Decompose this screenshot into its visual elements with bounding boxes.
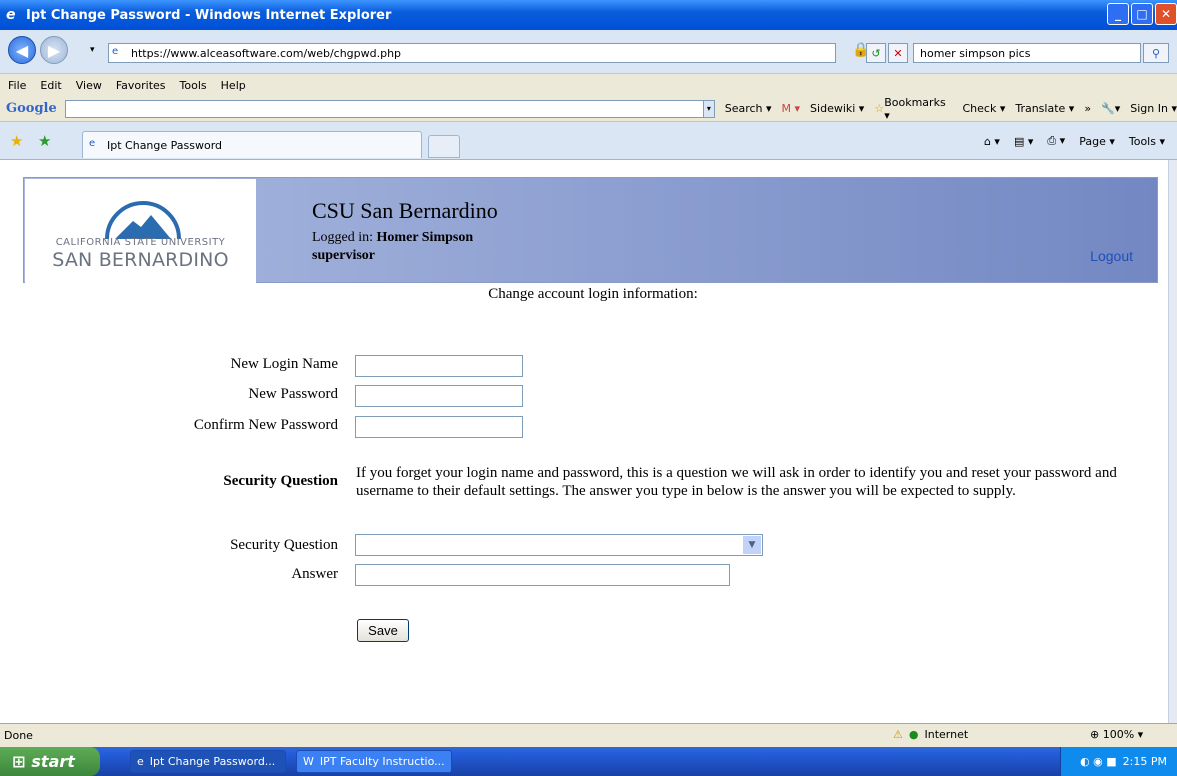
header-banner: CALIFORNIA STATE UNIVERSITY SAN BERNARDI… bbox=[23, 177, 1158, 283]
bookmarks-button[interactable]: Bookmarks ▾ bbox=[884, 96, 952, 122]
window-titlebar: e Ipt Change Password - Windows Internet… bbox=[0, 0, 1177, 30]
page-title: Change account login information: bbox=[488, 286, 698, 302]
menu-tools[interactable]: Tools bbox=[180, 79, 207, 92]
new-password-input[interactable] bbox=[355, 385, 523, 407]
security-note: If you forget your login name and passwo… bbox=[356, 465, 1117, 499]
sidewiki-button[interactable]: Sidewiki ▾ bbox=[810, 102, 864, 115]
tray-icons[interactable]: ◐ ◉ ■ bbox=[1080, 755, 1117, 768]
status-bar: Done ⚠ ● Internet ⊕ 100% ▾ bbox=[0, 723, 1177, 747]
menu-bar: File Edit View Favorites Tools Help bbox=[0, 74, 1177, 96]
new-login-label: New Login Name bbox=[230, 356, 338, 372]
search-input[interactable]: homer simpson pics bbox=[913, 43, 1141, 63]
google-dropdown-icon[interactable]: ▾ bbox=[703, 99, 715, 118]
google-search-button[interactable]: Search ▾ bbox=[725, 102, 772, 115]
start-button[interactable]: ⊞ start bbox=[0, 747, 100, 776]
print-icon[interactable]: ⎙ ▾ bbox=[1047, 134, 1065, 148]
wrench-icon[interactable]: 🔧▾ bbox=[1101, 102, 1120, 115]
gmail-icon[interactable]: M ▾ bbox=[782, 102, 801, 115]
bookmarks-star-icon: ☆ bbox=[874, 102, 885, 115]
security-zone: ⚠ ● Internet bbox=[893, 728, 969, 741]
user-role: supervisor bbox=[312, 248, 375, 263]
system-tray: ◐ ◉ ■ 2:15 PM bbox=[1060, 747, 1177, 776]
menu-file[interactable]: File bbox=[8, 79, 26, 92]
menu-edit[interactable]: Edit bbox=[40, 79, 61, 92]
security-question-select[interactable]: ▼ bbox=[355, 534, 763, 556]
chevron-down-icon[interactable]: ▼ bbox=[743, 536, 761, 554]
clock: 2:15 PM bbox=[1122, 755, 1167, 768]
back-button[interactable]: ◀ bbox=[8, 36, 36, 64]
globe-icon: ● bbox=[908, 728, 919, 741]
security-question-label: Security Question bbox=[230, 537, 338, 553]
close-button[interactable]: ✕ bbox=[1155, 3, 1177, 25]
taskbar-item-ie[interactable]: e Ipt Change Password... bbox=[130, 750, 286, 773]
url-input[interactable]: e https://www.alceasoftware.com/web/chgp… bbox=[108, 43, 836, 63]
confirm-password-label: Confirm New Password bbox=[193, 417, 338, 433]
taskbar: ⊞ start e Ipt Change Password... W IPT F… bbox=[0, 747, 1177, 776]
sign-in-button[interactable]: Sign In ▾ bbox=[1130, 102, 1177, 115]
address-bar: ◀ ▶ ▾ e https://www.alceasoftware.com/we… bbox=[0, 30, 1177, 74]
logout-link[interactable]: Logout bbox=[1090, 248, 1133, 264]
command-bar: ⌂ ▾ ▤ ▾ ⎙ ▾ Page ▾ Tools ▾ bbox=[984, 134, 1165, 148]
page-menu-button[interactable]: Page ▾ bbox=[1079, 135, 1115, 148]
vertical-scrollbar[interactable] bbox=[1168, 160, 1177, 723]
favorites-star-icon[interactable]: ★ bbox=[10, 132, 23, 150]
page-icon: e bbox=[112, 46, 119, 57]
university-logo: CALIFORNIA STATE UNIVERSITY SAN BERNARDI… bbox=[25, 179, 256, 283]
zoom-icon: ⊕ bbox=[1090, 728, 1100, 741]
logo-line1: CALIFORNIA STATE UNIVERSITY bbox=[55, 237, 226, 248]
status-text: Done bbox=[4, 729, 33, 742]
more-chevron-icon[interactable]: » bbox=[1084, 102, 1091, 115]
security-section-label: Security Question bbox=[223, 473, 338, 489]
forward-button[interactable]: ▶ bbox=[40, 36, 68, 64]
add-favorites-icon[interactable]: ★ bbox=[38, 132, 51, 150]
windows-flag-icon: ⊞ bbox=[12, 752, 26, 771]
window-title: Ipt Change Password - Windows Internet E… bbox=[26, 7, 392, 23]
menu-favorites[interactable]: Favorites bbox=[116, 79, 166, 92]
new-tab-button[interactable] bbox=[428, 135, 460, 158]
refresh-button[interactable]: ↺ bbox=[866, 43, 886, 63]
logged-in-text: Logged in: Homer Simpson bbox=[312, 230, 474, 245]
window-controls: _ □ ✕ bbox=[1107, 3, 1177, 25]
answer-label: Answer bbox=[291, 566, 338, 582]
feeds-icon[interactable]: ▤ ▾ bbox=[1014, 135, 1033, 148]
taskbar-item-word[interactable]: W IPT Faculty Instructio... bbox=[296, 750, 452, 773]
word-doc-icon: W bbox=[303, 755, 314, 768]
google-toolbar: Google ▾ Search ▾ M ▾ Sidewiki ▾ ☆ Bookm… bbox=[0, 96, 1177, 122]
confirm-password-input[interactable] bbox=[355, 416, 523, 438]
institution-name: CSU San Bernardino bbox=[312, 198, 498, 223]
google-search-input[interactable] bbox=[64, 99, 705, 118]
ie-icon: e bbox=[137, 755, 144, 768]
logo-line2: SAN BERNARDINO bbox=[52, 249, 229, 271]
history-dropdown-icon[interactable]: ▾ bbox=[90, 45, 95, 55]
tab-ipt-change-password[interactable]: e Ipt Change Password bbox=[82, 131, 422, 158]
new-login-input[interactable] bbox=[355, 355, 523, 377]
maximize-button[interactable]: □ bbox=[1131, 3, 1153, 25]
search-icon[interactable]: ⚲ bbox=[1143, 43, 1169, 63]
new-password-label: New Password bbox=[248, 386, 338, 402]
ie-icon: e bbox=[6, 7, 16, 23]
menu-help[interactable]: Help bbox=[221, 79, 246, 92]
stop-button[interactable]: ✕ bbox=[888, 43, 908, 63]
tools-menu-button[interactable]: Tools ▾ bbox=[1129, 135, 1165, 148]
chevron-down-icon: ▾ bbox=[1137, 728, 1144, 741]
minimize-button[interactable]: _ bbox=[1107, 3, 1129, 25]
page-icon: e bbox=[89, 138, 96, 149]
user-name: Homer Simpson bbox=[376, 230, 474, 245]
mountain-logo-icon bbox=[105, 201, 181, 239]
zoom-level[interactable]: ⊕ 100% ▾ bbox=[1090, 728, 1143, 741]
page-content: CALIFORNIA STATE UNIVERSITY SAN BERNARDI… bbox=[0, 160, 1168, 723]
answer-input[interactable] bbox=[355, 564, 730, 586]
google-logo: Google bbox=[6, 101, 57, 116]
tab-bar: ★ ★ e Ipt Change Password ⌂ ▾ ▤ ▾ ⎙ ▾ Pa… bbox=[0, 122, 1177, 160]
save-button[interactable]: Save bbox=[357, 619, 409, 642]
warning-icon: ⚠ bbox=[893, 728, 903, 741]
home-icon[interactable]: ⌂ ▾ bbox=[984, 135, 1000, 148]
menu-view[interactable]: View bbox=[76, 79, 102, 92]
translate-button[interactable]: Translate ▾ bbox=[1015, 102, 1074, 115]
check-button[interactable]: Check ▾ bbox=[962, 102, 1005, 115]
